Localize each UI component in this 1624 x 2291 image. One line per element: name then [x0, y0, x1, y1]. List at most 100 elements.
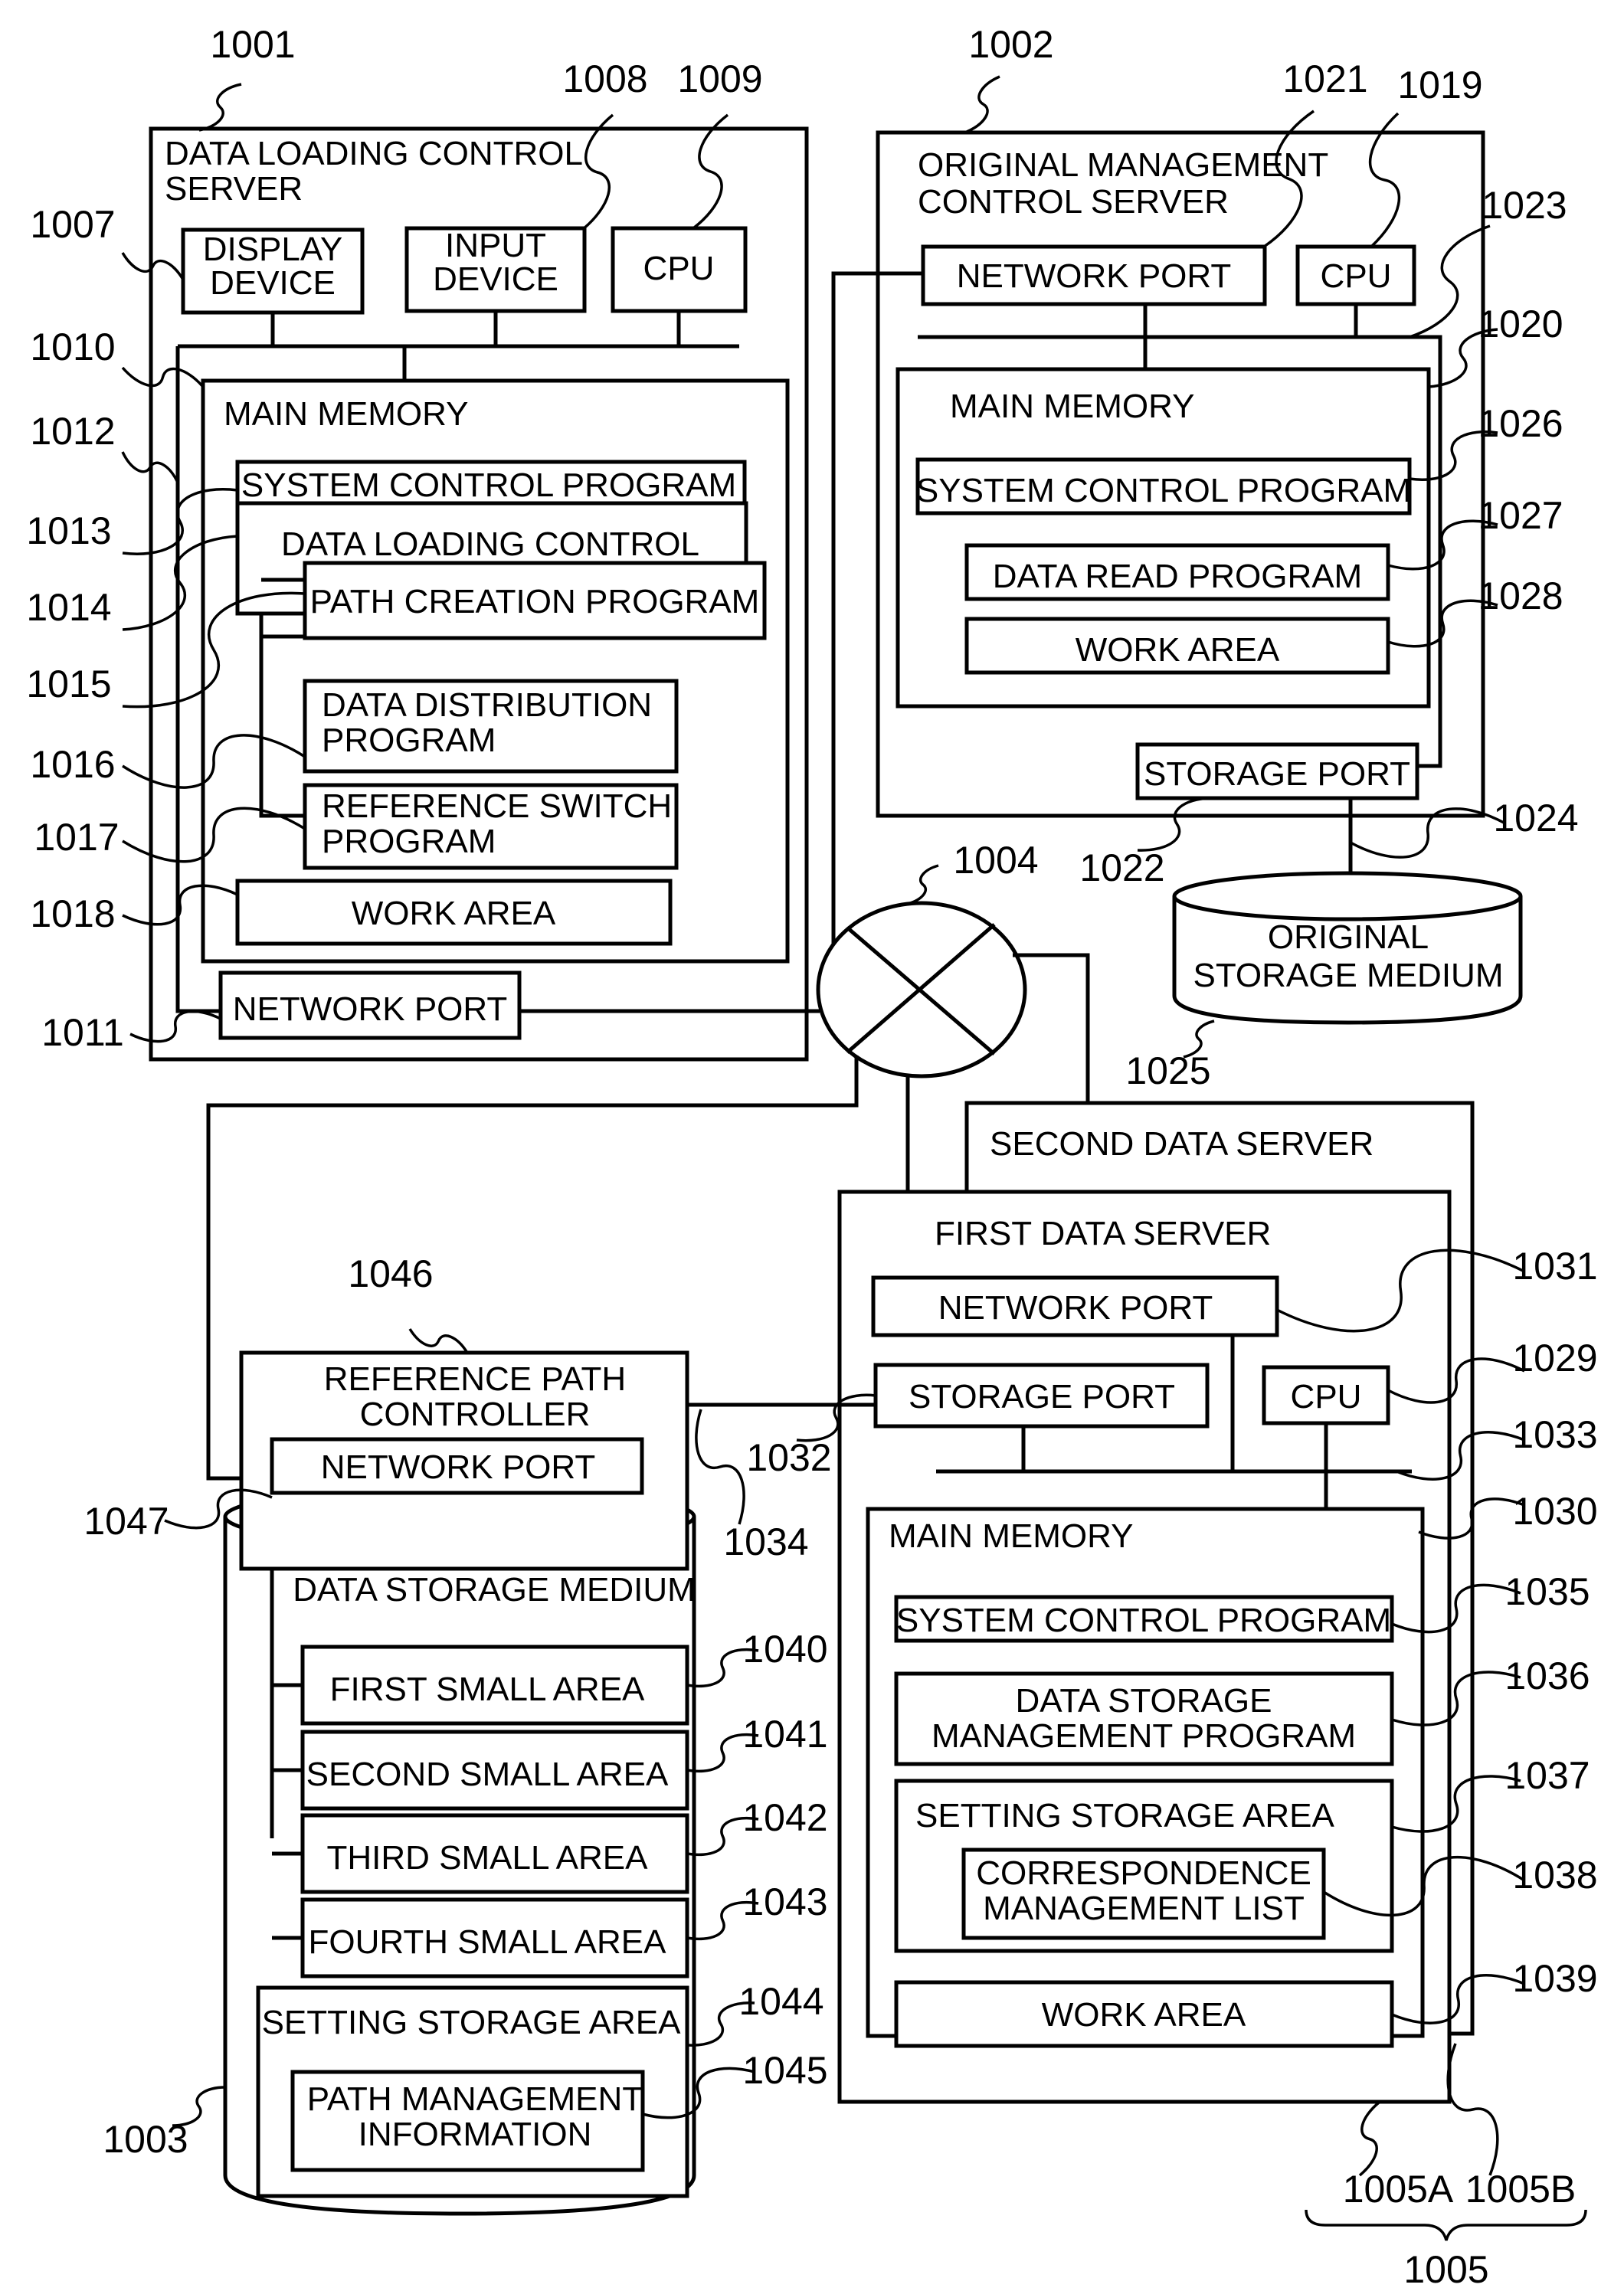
cpu-label: CPU — [1321, 257, 1392, 295]
original-storage-medium: ORIGINALSTORAGE MEDIUM 1025 — [1125, 871, 1523, 1092]
network-port-label: NETWORK PORT — [233, 990, 508, 1028]
storage-medium-label: DATA STORAGE MEDIUM — [293, 1571, 696, 1609]
leader-1005B — [1446, 2043, 1499, 2176]
server-title: DATA LOADING CONTROL — [165, 135, 583, 172]
path-creation-program-label: PATH CREATION PROGRAM — [310, 583, 760, 620]
data-storage-management-program-label: MANAGEMENT PROGRAM — [932, 1717, 1356, 1755]
data-storage-medium: DATA STORAGE MEDIUM1003FIRST SMALL AREA1… — [103, 1485, 828, 2216]
original-management-control-server: ORIGINAL MANAGEMENTCONTROL SERVER 1002 NET… — [831, 23, 1579, 944]
reference-numeral: 1027 — [1478, 494, 1563, 537]
system-control-program-label: SYSTEM CONTROL PROGRAM — [916, 472, 1411, 509]
reference-numeral: 1008 — [562, 57, 647, 100]
data-loading-control-program-label: DATA LOADING CONTROL — [281, 525, 699, 563]
main-memory-box — [866, 1507, 1425, 2038]
system-block-diagram: DATA LOADING CONTROLSERVER1001DISPLAYDEV… — [26, 23, 1597, 2291]
reference-numeral: 1007 — [30, 203, 115, 246]
reference-switch-program-label: PROGRAM — [322, 823, 496, 860]
small-area-label: FOURTH SMALL AREA — [308, 1923, 666, 1961]
reference-numeral: 1015 — [26, 663, 111, 705]
input-device-label: DEVICE — [433, 260, 558, 298]
storage-medium-label: ORIGINAL — [1268, 918, 1429, 956]
group-brace — [1305, 2209, 1587, 2241]
reference-numeral: 1037 — [1504, 1754, 1590, 1797]
leader-1046 — [408, 1328, 469, 1353]
storage-port-label: STORAGE PORT — [1144, 755, 1410, 793]
reference-numeral: 1016 — [30, 743, 115, 786]
leader-1034 — [695, 1409, 745, 1525]
display-device-label: DISPLAY — [203, 231, 343, 268]
data-loading-control-server: DATA LOADING CONTROLSERVER1001DISPLAYDEV… — [26, 23, 809, 1062]
reference-numeral: 1023 — [1482, 184, 1567, 227]
reference-numeral: 1029 — [1512, 1337, 1597, 1380]
work-area-label: WORK AREA — [1076, 631, 1280, 669]
storage-medium-label: STORAGE MEDIUM — [1193, 957, 1503, 994]
work-area-label: WORK AREA — [352, 895, 556, 932]
network-port-label: NETWORK PORT — [938, 1289, 1213, 1327]
reference-numeral: 1017 — [34, 816, 119, 859]
reference-numeral: 1010 — [30, 326, 115, 368]
small-area-label: FIRST SMALL AREA — [330, 1671, 645, 1708]
reference-numeral: 1030 — [1512, 1490, 1597, 1533]
data-distribution-program-label: DATA DISTRIBUTION — [322, 686, 652, 724]
reference-numeral: 1012 — [30, 410, 115, 453]
work-area-label: WORK AREA — [1042, 1996, 1246, 2034]
server-title: CONTROL SERVER — [918, 183, 1229, 221]
reference-numeral: 1044 — [738, 1980, 823, 2023]
correspondence-management-list-label: CORRESPONDENCE — [976, 1854, 1311, 1892]
reference-numeral: 1024 — [1493, 797, 1578, 839]
server-title: SERVER — [165, 170, 303, 208]
second-server-label: SECOND DATA SERVER — [990, 1125, 1374, 1163]
reference-numeral: 1005 — [1403, 2248, 1488, 2291]
system-control-program-label: SYSTEM CONTROL PROGRAM — [896, 1602, 1391, 1639]
controller-label: CONTROLLER — [360, 1396, 591, 1433]
main-memory-label: MAIN MEMORY — [889, 1517, 1133, 1555]
reference-numeral: 1047 — [83, 1500, 169, 1543]
leader-1002 — [966, 75, 1000, 133]
correspondence-management-list-label: MANAGEMENT LIST — [983, 1890, 1305, 1927]
reference-numeral: 1025 — [1125, 1049, 1210, 1092]
reference-numeral: 1022 — [1079, 846, 1164, 889]
cpu-label: CPU — [1291, 1378, 1362, 1416]
small-area-label: SECOND SMALL AREA — [306, 1756, 669, 1793]
first-server-label: FIRST DATA SERVER — [935, 1215, 1271, 1252]
reference-numeral: 1009 — [677, 57, 762, 100]
leader-1004 — [907, 864, 939, 905]
setting-storage-area-label: SETTING STORAGE AREA — [262, 2004, 682, 2041]
cylinder-top — [1172, 871, 1523, 921]
reference-numeral: 1021 — [1282, 57, 1367, 100]
reference-numeral: 1011 — [41, 1011, 124, 1054]
reference-numeral: 1032 — [746, 1436, 831, 1479]
setting-storage-area-label: SETTING STORAGE AREA — [915, 1797, 1335, 1834]
reference-numeral: 1031 — [1512, 1245, 1597, 1288]
data-read-program-label: DATA READ PROGRAM — [993, 558, 1362, 595]
reference-numeral: 1045 — [742, 2049, 827, 2092]
reference-numeral: 1018 — [30, 892, 115, 935]
system-control-program-label: SYSTEM CONTROL PROGRAM — [241, 466, 736, 504]
reference-numeral: 1034 — [723, 1520, 808, 1563]
controller-label: REFERENCE PATH — [324, 1360, 626, 1398]
reference-numeral: 1014 — [26, 586, 111, 629]
reference-numeral: 1038 — [1512, 1854, 1597, 1897]
server-title: ORIGINAL MANAGEMENT — [918, 146, 1328, 184]
network-port-label: NETWORK PORT — [321, 1448, 596, 1486]
reference-numeral: 1033 — [1512, 1413, 1597, 1456]
reference-numeral: 1013 — [26, 509, 111, 552]
reference-numeral: 1028 — [1478, 574, 1563, 617]
reference-path-controller: REFERENCE PATHCONTROLLER NETWORK PORT 1046… — [83, 1252, 876, 1571]
cpu-label: CPU — [643, 250, 715, 287]
main-memory-label: MAIN MEMORY — [950, 388, 1194, 425]
data-storage-management-program-label: DATA STORAGE — [1016, 1682, 1272, 1720]
storage-port-label: STORAGE PORT — [909, 1378, 1175, 1416]
reference-numeral: 1019 — [1397, 64, 1482, 106]
data-distribution-program-label: PROGRAM — [322, 722, 496, 759]
small-area-label: THIRD SMALL AREA — [327, 1839, 649, 1877]
path-management-information-label: PATH MANAGEMENT — [307, 2080, 643, 2118]
network-port-label: NETWORK PORT — [957, 257, 1232, 295]
reference-numeral: 1002 — [968, 23, 1053, 66]
input-device-label: INPUT — [445, 227, 546, 264]
main-memory-label: MAIN MEMORY — [224, 395, 468, 433]
path-management-information-label: INFORMATION — [359, 2116, 592, 2153]
reference-numeral: 1001 — [210, 23, 295, 66]
reference-numeral: 1005B — [1465, 2168, 1577, 2211]
reference-numeral: 1020 — [1478, 303, 1563, 345]
